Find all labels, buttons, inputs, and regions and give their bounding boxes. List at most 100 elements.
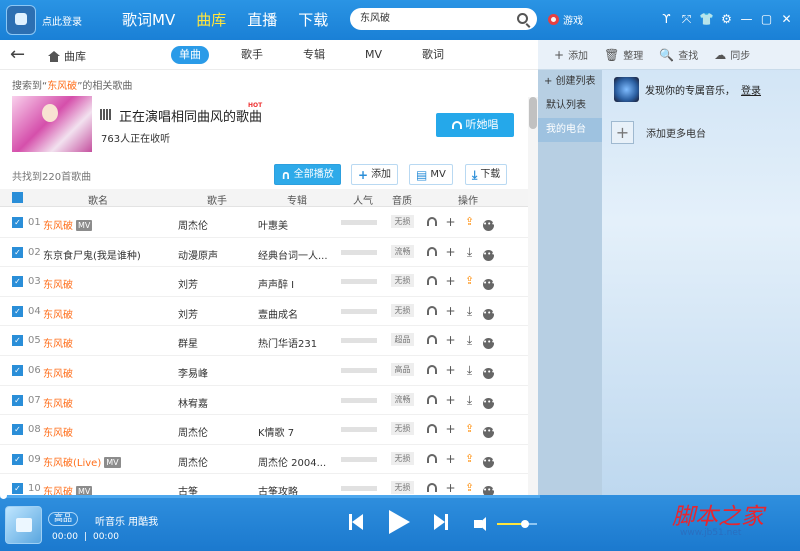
song-name[interactable]: 东风破	[43, 306, 73, 321]
share-icon[interactable]: ⇪	[462, 214, 477, 230]
album-cell[interactable]: 叶惠美	[258, 217, 288, 232]
more-icon[interactable]: •••	[481, 392, 496, 409]
quality-selector[interactable]: 高品	[48, 512, 79, 526]
listen-icon[interactable]	[424, 421, 439, 437]
nav-download[interactable]: 下载	[298, 10, 328, 30]
table-row[interactable]: ✓ 08 东风破 周杰伦 K情歌 7 无损 + ⇪ •••	[0, 415, 528, 445]
table-row[interactable]: ✓ 07 东风破 林宥嘉 流畅 + ⤓ •••	[0, 386, 528, 416]
add-icon[interactable]: +	[443, 480, 458, 496]
more-icon[interactable]: •••	[481, 244, 496, 261]
more-icon[interactable]: •••	[481, 303, 496, 320]
add-tool[interactable]: + 添加	[554, 47, 588, 63]
sync-tool[interactable]: ☁ 同步	[714, 47, 750, 63]
close-icon[interactable]: ✕	[778, 11, 795, 27]
previous-icon[interactable]	[349, 514, 363, 530]
row-checkbox[interactable]: ✓	[12, 305, 23, 317]
avatar[interactable]	[6, 5, 36, 35]
column-singer[interactable]: 歌手	[207, 192, 227, 207]
listen-icon[interactable]	[424, 480, 439, 496]
minimize-icon[interactable]: —	[738, 11, 755, 27]
add-icon[interactable]: +	[443, 273, 458, 289]
table-row[interactable]: ✓ 01 东风破 MV 周杰伦 叶惠美 无损 + ⇪ •••	[0, 208, 528, 238]
listen-icon[interactable]	[424, 392, 439, 408]
download-icon[interactable]: ⤓	[462, 332, 477, 348]
tab-singers[interactable]: 歌手	[233, 46, 271, 64]
scroll-thumb[interactable]	[529, 97, 537, 129]
table-row[interactable]: ✓ 04 东风破 刘芳 壹曲成名 无损 + ⤓ •••	[0, 297, 528, 327]
song-name[interactable]: 东风破(Live) MV	[43, 454, 121, 469]
tab-songs[interactable]: 单曲	[171, 46, 209, 64]
listen-icon[interactable]	[424, 451, 439, 467]
table-row[interactable]: ✓ 02 东京食尸鬼(我是谁种) 动漫原声 经典台词一人... 流畅 + ⤓ •••	[0, 238, 528, 268]
album-cell[interactable]: 热门华语231	[258, 335, 317, 350]
add-radio-button[interactable]: + 添加更多电台	[611, 121, 706, 144]
search-icon[interactable]	[517, 13, 528, 24]
skin-icon[interactable]: 👕	[698, 11, 715, 27]
progress-bar[interactable]	[0, 492, 540, 499]
more-icon[interactable]: •••	[481, 451, 496, 468]
add-button[interactable]: + 添加	[351, 164, 399, 185]
play-all-button[interactable]: ∩ 全部播放	[274, 164, 341, 185]
listen-icon[interactable]	[424, 214, 439, 230]
breadcrumb[interactable]: 曲库	[48, 48, 86, 64]
singer-cell[interactable]: 动漫原声	[178, 247, 218, 262]
more-icon[interactable]: •••	[481, 332, 496, 350]
singer-cell[interactable]: 周杰伦	[178, 424, 208, 439]
album-cell[interactable]: 经典台词一人...	[258, 247, 328, 262]
song-title[interactable]: 东风破	[43, 428, 73, 439]
song-name[interactable]: 东京食尸鬼(我是谁种)	[43, 247, 141, 262]
listen-icon[interactable]	[424, 244, 439, 260]
select-all-checkbox[interactable]	[12, 192, 23, 203]
row-checkbox[interactable]: ✓	[12, 453, 23, 465]
table-row[interactable]: ✓ 03 东风破 刘芳 声声醉 I 无损 + ⇪ •••	[0, 267, 528, 297]
more-icon[interactable]: •••	[481, 214, 496, 231]
row-checkbox[interactable]: ✓	[12, 246, 23, 258]
singer-cell[interactable]: 刘芳	[178, 276, 198, 291]
listen-her-sing-button[interactable]: 听她唱	[436, 113, 514, 137]
column-album[interactable]: 专辑	[287, 192, 307, 207]
progress-handle[interactable]	[0, 492, 7, 499]
share-icon[interactable]: ⇪	[462, 421, 477, 437]
add-icon[interactable]: +	[443, 362, 458, 378]
column-name[interactable]: 歌名	[88, 192, 108, 207]
more-icon[interactable]: •••	[481, 273, 496, 291]
row-checkbox[interactable]: ✓	[12, 217, 23, 228]
more-icon[interactable]: •••	[481, 421, 496, 439]
table-row[interactable]: ✓ 05 东风破 群星 热门华语231 超品 + ⤓ •••	[0, 326, 528, 356]
song-title[interactable]: 东风破	[43, 280, 73, 291]
more-icon[interactable]: •••	[481, 480, 496, 498]
song-title[interactable]: 东风破	[43, 339, 73, 350]
singer-cell[interactable]: 李易峰	[178, 365, 208, 380]
tab-lyrics[interactable]: 歌词	[414, 46, 452, 64]
song-title[interactable]: 东风破	[43, 221, 73, 232]
row-checkbox[interactable]: ✓	[12, 394, 23, 406]
song-name[interactable]: 东风破	[43, 365, 73, 380]
song-title[interactable]: 东风破(Live)	[43, 458, 101, 469]
radio-thumbnail[interactable]	[614, 77, 639, 102]
play-icon[interactable]	[389, 510, 410, 534]
row-checkbox[interactable]: ✓	[12, 424, 23, 436]
song-title[interactable]: 东风破	[43, 399, 73, 410]
my-radio-item[interactable]: 我的电台	[538, 118, 602, 142]
album-cell[interactable]: 周杰伦 2004...	[258, 454, 326, 469]
create-list-item[interactable]: + 创建列表	[538, 70, 602, 94]
volume-slider[interactable]	[497, 520, 537, 528]
settings-icon[interactable]: ⚙	[718, 11, 735, 27]
album-cell[interactable]: 壹曲成名	[258, 306, 298, 321]
add-icon[interactable]: +	[443, 421, 458, 437]
song-name[interactable]: 东风破	[43, 424, 73, 439]
album-cell[interactable]: 声声醉 I	[258, 276, 294, 291]
add-icon[interactable]: +	[443, 451, 458, 467]
antenna-icon[interactable]: ϒ	[658, 11, 675, 27]
table-row[interactable]: ✓ 06 东风破 李易峰 高品 + ⤓ •••	[0, 356, 528, 386]
tab-mv[interactable]: MV	[357, 46, 390, 64]
table-row[interactable]: ✓ 09 东风破(Live) MV 周杰伦 周杰伦 2004... 无损 + ⇪ •••	[0, 445, 528, 475]
song-title[interactable]: 东京食尸鬼(我是谁种)	[43, 251, 141, 262]
column-popularity[interactable]: 人气	[353, 192, 373, 207]
listen-icon[interactable]	[424, 362, 439, 378]
scrollbar[interactable]	[528, 97, 538, 495]
nav-live[interactable]: 直播	[247, 10, 277, 30]
singer-cell[interactable]: 群星	[178, 335, 198, 350]
singer-cell[interactable]: 刘芳	[178, 306, 198, 321]
download-icon[interactable]: ⤓	[462, 362, 477, 378]
